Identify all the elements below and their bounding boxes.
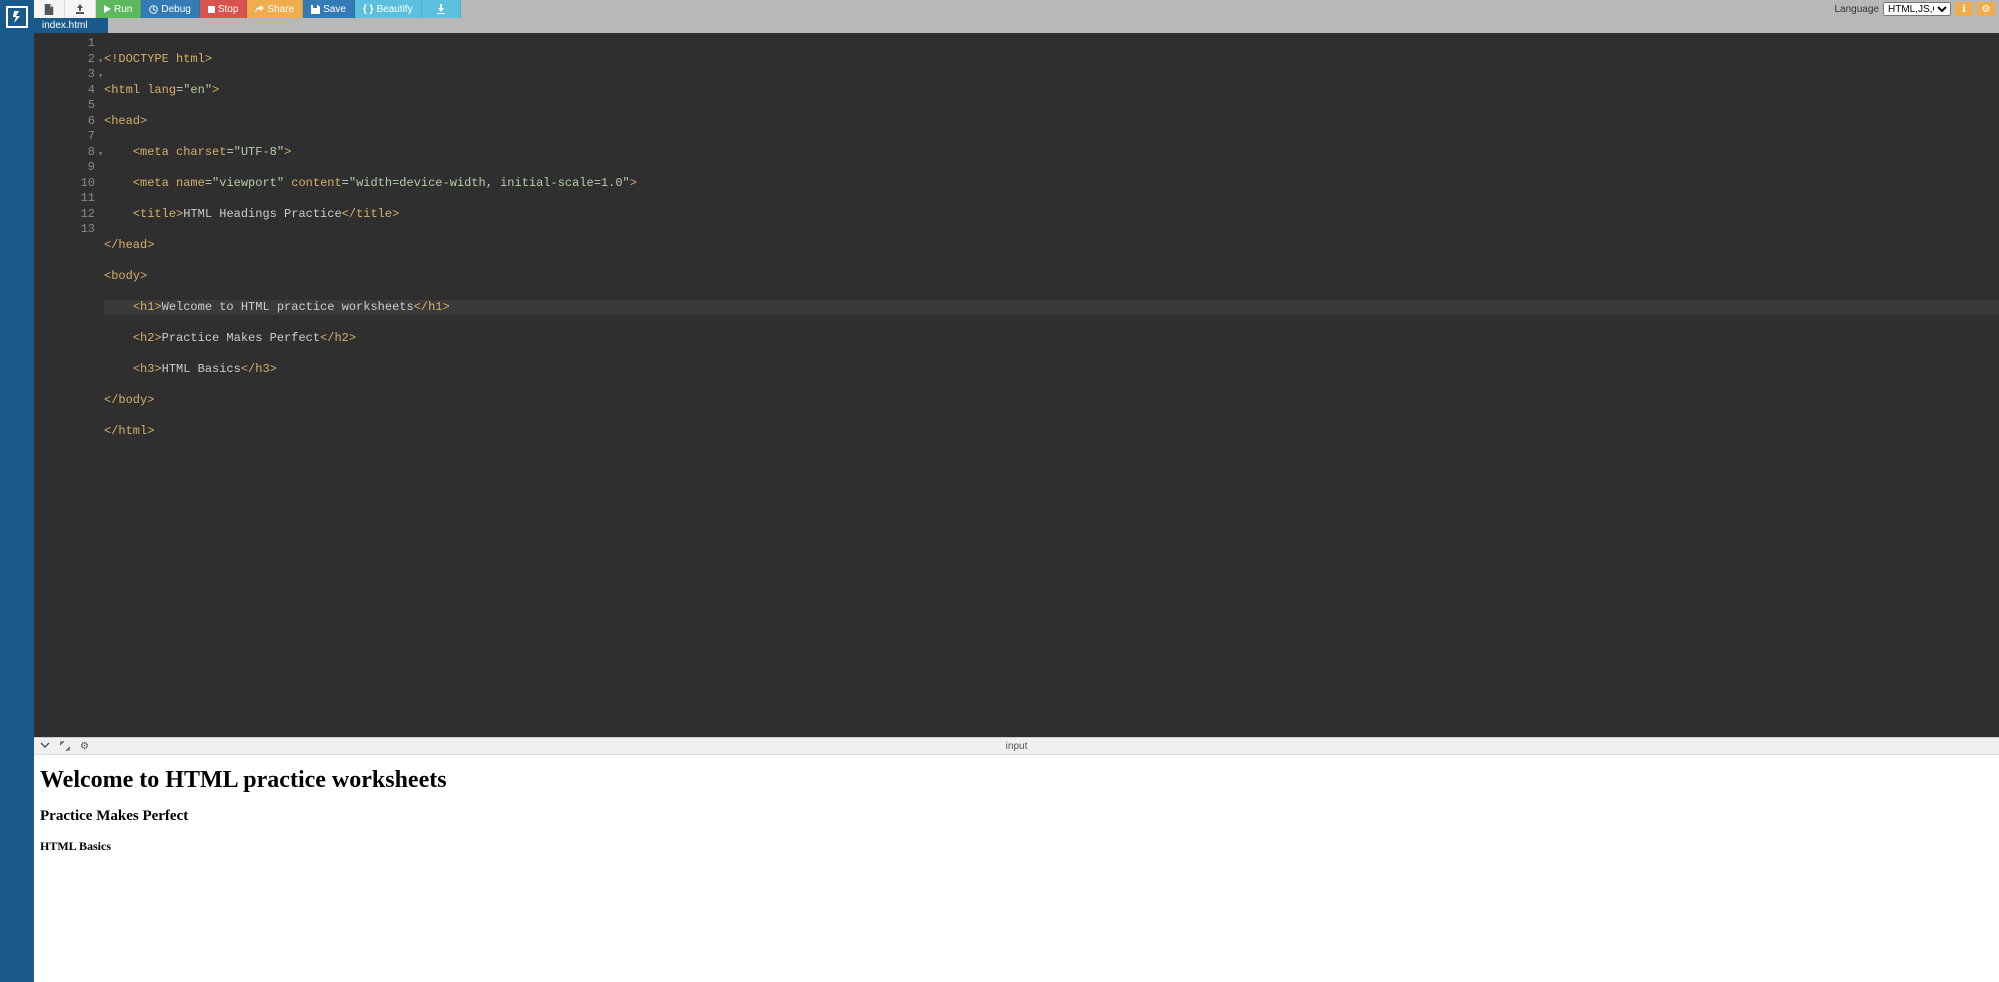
line-gutter: 1 2▾ 3▾ 4 5 6 7 8▾ 9 10 11 12 13	[34, 33, 101, 737]
download-icon	[436, 4, 446, 14]
stop-icon	[208, 6, 215, 13]
gear-icon: ⚙	[80, 741, 89, 752]
app-root: Run Debug Stop Share Save { } Beautify	[0, 0, 1999, 982]
clock-icon	[149, 5, 158, 14]
run-label: Run	[114, 4, 132, 15]
language-label: Language	[1835, 4, 1880, 15]
beautify-label: Beautify	[376, 4, 412, 15]
output-h1: Welcome to HTML practice worksheets	[40, 767, 1993, 794]
save-button[interactable]: Save	[303, 0, 355, 18]
play-icon	[104, 5, 111, 13]
code-editor[interactable]: 1 2▾ 3▾ 4 5 6 7 8▾ 9 10 11 12 13 <!DOCTY…	[34, 33, 1999, 737]
info-button[interactable]: ℹ	[1955, 2, 1973, 16]
toolbar-right: Language HTML,JS,CSS ℹ ⚙	[1835, 0, 1999, 18]
share-button[interactable]: Share	[247, 0, 303, 18]
expand-icon	[60, 741, 70, 751]
main-area: Run Debug Stop Share Save { } Beautify	[34, 0, 1999, 982]
output-h3: HTML Basics	[40, 839, 1993, 854]
collapse-output-button[interactable]	[40, 741, 50, 752]
gear-icon: ⚙	[1982, 4, 1991, 15]
stop-button[interactable]: Stop	[200, 0, 248, 18]
left-sidebar	[0, 0, 34, 982]
braces-icon: { }	[363, 4, 374, 15]
tab-label: index.html	[42, 20, 88, 31]
app-logo[interactable]	[6, 6, 28, 28]
chevron-down-icon	[40, 741, 50, 749]
info-icon: ℹ	[1962, 4, 1966, 15]
input-label: input	[1006, 741, 1028, 752]
output-h2: Practice Makes Perfect	[40, 808, 1993, 825]
editor-tabs: index.html	[34, 18, 1999, 33]
toolbar: Run Debug Stop Share Save { } Beautify	[34, 0, 1999, 18]
tab-index-html[interactable]: index.html	[34, 18, 108, 33]
share-label: Share	[267, 4, 294, 15]
output-panel: ⚙ input Welcome to HTML practice workshe…	[34, 737, 1999, 982]
save-label: Save	[323, 4, 346, 15]
debug-button[interactable]: Debug	[141, 0, 199, 18]
share-icon	[255, 5, 264, 14]
beautify-button[interactable]: { } Beautify	[355, 0, 422, 18]
expand-output-button[interactable]	[60, 741, 70, 752]
save-icon	[311, 5, 320, 14]
debug-label: Debug	[161, 4, 190, 15]
upload-button[interactable]	[65, 0, 96, 18]
new-file-button[interactable]	[34, 0, 65, 18]
code-content[interactable]: <!DOCTYPE html> <html lang="en"> <head> …	[101, 33, 1999, 737]
language-select[interactable]: HTML,JS,CSS	[1883, 2, 1951, 16]
output-settings-button[interactable]: ⚙	[80, 741, 89, 752]
settings-button[interactable]: ⚙	[1977, 2, 1995, 16]
stop-label: Stop	[218, 4, 239, 15]
output-header: ⚙ input	[34, 738, 1999, 755]
output-content: Welcome to HTML practice worksheets Prac…	[34, 755, 1999, 982]
run-button[interactable]: Run	[96, 0, 141, 18]
download-button[interactable]	[422, 0, 461, 18]
